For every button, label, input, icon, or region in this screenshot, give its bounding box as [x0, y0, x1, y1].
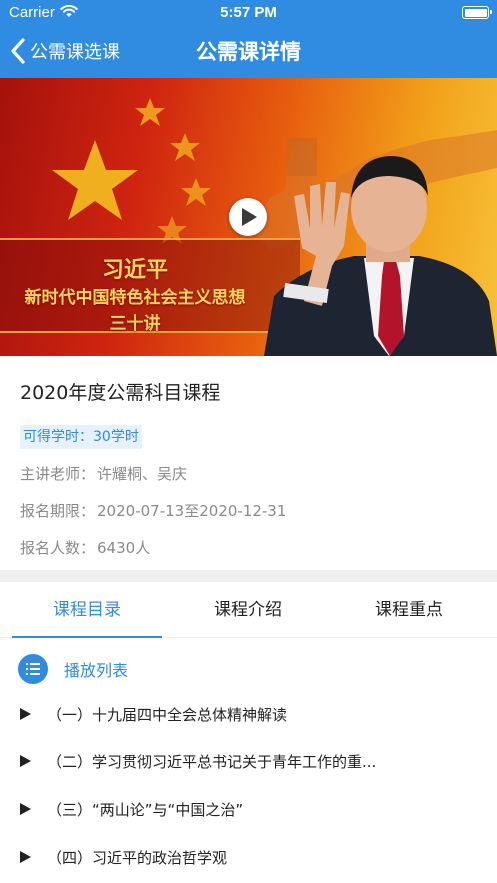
playlist-item-title: （四）习近平的政治哲学观	[47, 849, 228, 867]
playlist-item[interactable]: （二）学习贯彻习近平总书记关于青年工作的重...	[0, 741, 497, 781]
teacher-label: 主讲老师：	[20, 465, 96, 483]
enroll-period-row: 报名期限： 2020-07-13至2020-12-31	[20, 500, 286, 521]
flag-star-icon	[135, 98, 165, 126]
flag-star-icon	[170, 133, 200, 161]
back-label: 公需课选课	[30, 42, 120, 63]
banner-title-line2: 新时代中国特色社会主义思想	[24, 288, 246, 308]
course-title: 2020年度公需科目课程	[20, 382, 221, 404]
playlist-item-title: （二）学习贯彻习近平总书记关于青年工作的重...	[47, 753, 377, 771]
banner-title-line1: 习近平	[101, 258, 168, 283]
playlist-header: 播放列表	[18, 654, 128, 684]
status-bar: Carrier 5:57 PM	[0, 0, 497, 24]
enroll-period-value: 2020-07-13至2020-12-31	[97, 502, 287, 520]
course-info: 2020年度公需科目课程 可得学时：30学时 主讲老师： 许耀桐、吴庆 报名期限：…	[0, 356, 497, 570]
course-banner: 习近平 新时代中国特色社会主义思想 三十讲	[0, 78, 497, 356]
section-divider	[0, 570, 497, 582]
tab-catalog[interactable]: 课程目录	[12, 582, 162, 638]
speaker-portrait	[264, 156, 497, 356]
teacher-row: 主讲老师： 许耀桐、吴庆	[20, 463, 187, 484]
back-button[interactable]: 公需课选课	[10, 36, 120, 66]
play-button[interactable]	[229, 198, 267, 236]
play-triangle-icon	[20, 755, 31, 767]
enroll-period-label: 报名期限：	[20, 502, 96, 520]
tab-key-points[interactable]: 课程重点	[334, 582, 484, 638]
play-triangle-icon	[20, 708, 31, 720]
enroll-count-label: 报名人数：	[20, 539, 96, 557]
credit-hours-badge: 可得学时：30学时	[20, 425, 142, 449]
teacher-value: 许耀桐、吴庆	[97, 465, 188, 483]
banner-title-line3: 三十讲	[109, 314, 161, 334]
active-tab-indicator	[12, 636, 162, 638]
nav-bar: 公需课选课 公需课详情	[0, 24, 497, 78]
play-triangle-icon	[20, 803, 31, 815]
play-icon	[242, 208, 257, 226]
tab-introduction[interactable]: 课程介绍	[173, 582, 323, 638]
playlist-item[interactable]: （一）十九届四中全会总体精神解读	[0, 694, 497, 734]
playlist-item-title: （三）“两山论”与“中国之治”	[47, 801, 244, 819]
playlist-item[interactable]: （四）习近平的政治哲学观	[0, 837, 497, 877]
enroll-count-row: 报名人数： 6430人	[20, 537, 150, 558]
list-icon	[18, 654, 48, 684]
enroll-count-value: 6430人	[97, 539, 151, 557]
battery-icon	[462, 6, 492, 19]
chevron-left-icon	[11, 38, 25, 64]
playlist-title: 播放列表	[64, 661, 129, 680]
header: Carrier 5:57 PM 公需课选课 公需课详情	[0, 0, 497, 78]
flag-star-icon	[52, 140, 138, 220]
playlist-item-title: （一）十九届四中全会总体精神解读	[47, 706, 288, 724]
play-triangle-icon	[20, 851, 31, 863]
tab-bar: 课程目录 课程介绍 课程重点	[0, 582, 497, 638]
playlist-item[interactable]: （三）“两山论”与“中国之治”	[0, 789, 497, 829]
clock: 5:57 PM	[220, 4, 277, 21]
flag-star-icon	[181, 178, 211, 206]
